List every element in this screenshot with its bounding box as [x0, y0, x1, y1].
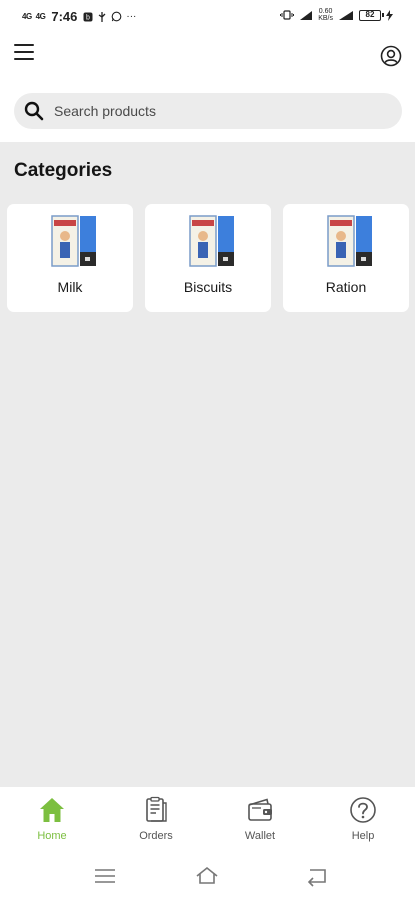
volte-signal-icon: [300, 10, 313, 20]
recent-apps-icon[interactable]: [93, 864, 117, 888]
category-label: Biscuits: [183, 279, 233, 295]
category-label: Ration: [325, 279, 367, 295]
network-indicator-2: 4G: [35, 11, 46, 21]
home-icon: [40, 798, 64, 822]
nav-label: Wallet: [244, 830, 276, 842]
more-notifications: ···: [126, 11, 137, 22]
category-card-ration[interactable]: Ration: [283, 204, 409, 312]
help-icon: [350, 797, 376, 823]
vibrate-icon: [280, 10, 295, 20]
system-navigation-bar: [0, 851, 415, 900]
category-image: [51, 215, 96, 267]
bottom-navigation: Home Orders Wallet Help: [0, 787, 415, 851]
status-left: 4G 4G 7:46 b ···: [22, 9, 136, 24]
nav-wallet[interactable]: Wallet: [208, 787, 312, 851]
usb-icon: [99, 11, 106, 22]
nav-home[interactable]: Home: [0, 787, 104, 851]
category-image: [189, 215, 234, 267]
nav-help[interactable]: Help: [311, 787, 415, 851]
search-icon: [24, 101, 44, 121]
network-speed: 0.60 KB/s: [318, 8, 333, 22]
nav-label: Orders: [139, 830, 173, 842]
category-card-milk[interactable]: Milk: [7, 204, 133, 312]
search-bar[interactable]: [14, 93, 402, 129]
system-home-icon[interactable]: [195, 864, 219, 888]
battery-indicator: 82: [359, 9, 384, 21]
category-label: Milk: [57, 279, 83, 295]
speed-unit: KB/s: [318, 15, 333, 22]
speed-value: 0.60: [318, 8, 333, 15]
menu-icon[interactable]: [14, 44, 34, 62]
categories-title: Categories: [14, 160, 113, 181]
nav-orders[interactable]: Orders: [104, 787, 208, 851]
notification-app-icon: b: [83, 12, 93, 21]
category-card-biscuits[interactable]: Biscuits: [145, 204, 271, 312]
top-area: 4G 4G 7:46 b ··· 0.60 KB/s 82: [0, 0, 415, 142]
categories-list: Milk Biscuits Ration: [7, 204, 409, 312]
profile-icon[interactable]: [380, 45, 402, 67]
network-indicator-1: 4G: [22, 11, 32, 21]
status-right: 0.60 KB/s 82: [280, 8, 393, 22]
search-input[interactable]: [54, 93, 384, 129]
status-bar: 4G 4G 7:46 b ··· 0.60 KB/s 82: [0, 0, 415, 32]
orders-icon: [146, 796, 167, 822]
nav-label: Home: [37, 830, 67, 842]
clock: 7:46: [51, 9, 78, 24]
nav-label: Help: [351, 830, 375, 842]
charging-icon: [386, 9, 393, 21]
signal-strength-icon: [339, 10, 353, 20]
wallet-icon: [248, 798, 272, 821]
back-icon[interactable]: [305, 864, 329, 888]
whatsapp-icon: [112, 11, 122, 22]
category-image: [327, 215, 372, 267]
svg-text:b: b: [86, 14, 90, 21]
